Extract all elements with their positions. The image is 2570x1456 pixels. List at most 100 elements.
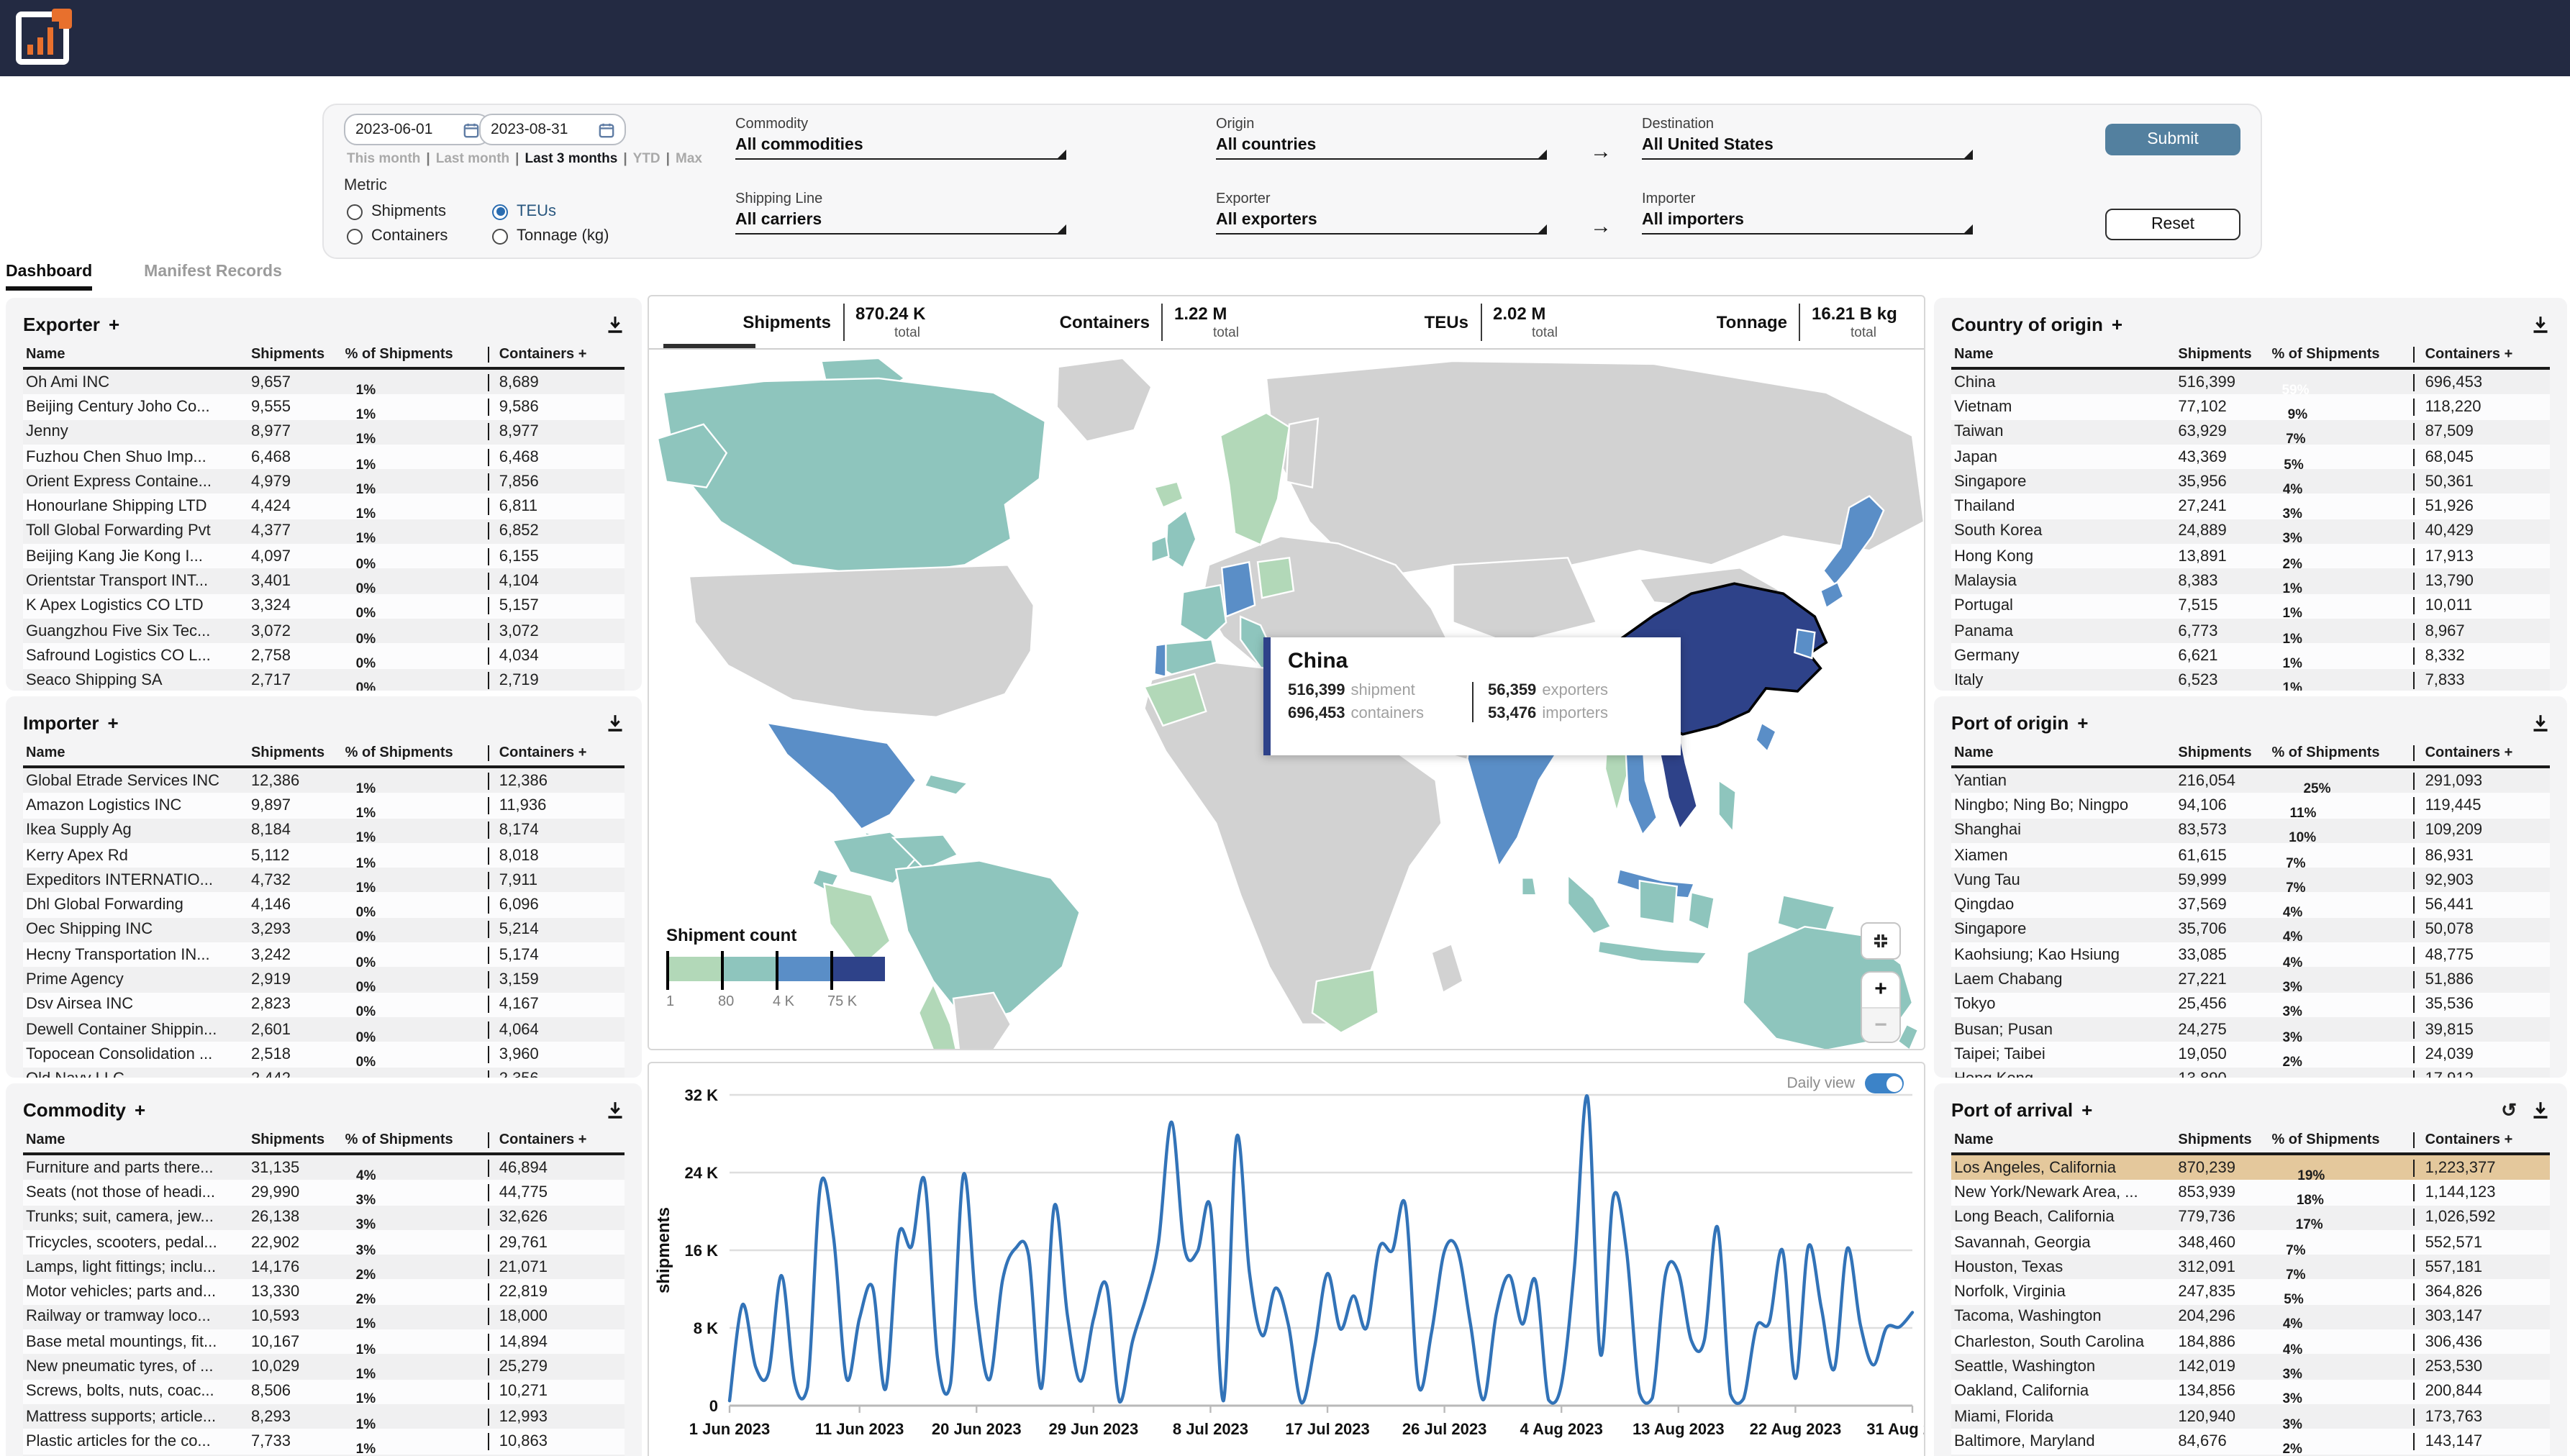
stat-containers[interactable]: Containers 1.22 Mtotal [968,296,1286,348]
table-row[interactable]: Global Etrade Services INC 12,386 1% 12,386 [23,768,625,796]
island-sulawesi[interactable] [1687,891,1716,931]
origin-dropdown[interactable]: Origin All countries [1216,117,1547,160]
daily-view-toggle[interactable]: Daily view [1786,1073,1904,1093]
add-column-icon[interactable]: + [2077,711,2088,733]
calendar-icon[interactable] [463,122,479,137]
table-row[interactable]: Shanghai 83,573 10% 109,209 [1951,818,2550,846]
table-row[interactable]: Laem Chabang 27,221 3% 51,886 [1951,967,2550,996]
add-column-icon[interactable]: + [2081,1098,2092,1120]
table-row[interactable]: Singapore 35,706 4% 50,078 [1951,917,2550,946]
country-norway-sweden[interactable] [1219,411,1291,546]
submit-button[interactable]: Submit [2105,124,2240,155]
country-portugal[interactable] [1153,642,1167,678]
country-south-korea[interactable] [1794,628,1816,660]
add-column-icon[interactable]: + [109,313,119,335]
table-row[interactable]: Tokyo 25,456 3% 35,536 [1951,992,2550,1021]
table-row[interactable]: Italy 6,523 1% 7,833 [1951,668,2550,691]
exporter-dropdown[interactable]: Exporter All exporters [1216,191,1547,235]
table-row[interactable]: Yantian 216,054 25% 291,093 [1951,768,2550,796]
importer-dropdown[interactable]: Importer All importers [1642,191,1973,235]
table-row[interactable]: Fuzhou Chen Shuo Imp... 6,468 1% 6,468 [23,444,625,473]
download-icon[interactable] [2531,713,2550,732]
table-row[interactable]: Beijing Century Joho Co... 9,555 1% 9,586 [23,394,625,423]
stat-tonnage[interactable]: Tonnage 16.21 B kg total [1605,296,1924,348]
country-philippines[interactable] [1717,778,1737,834]
table-row[interactable]: K Apex Logistics CO LTD 3,324 0% 5,157 [23,593,625,622]
table-row[interactable]: Houston, Texas 312,091 7% 557,181 [1951,1255,2550,1283]
range-last-3-months[interactable]: Last 3 months [525,151,618,167]
table-row[interactable]: Lamps, light fittings; inclu... 14,176 2% 2… [23,1255,625,1283]
table-row[interactable]: Taipei; Taibei 19,050 2% 24,039 [1951,1042,2550,1070]
table-row[interactable]: Hong Kong 13,891 2% 17,913 [1951,544,2550,572]
region-central-asia[interactable] [1452,557,1598,645]
tab-manifest-records[interactable]: Manifest Records [144,263,282,291]
table-row[interactable]: Ningbo; Ning Bo; Ningpo 94,106 11% 119,445 [1951,793,2550,822]
country-greenland[interactable] [1055,357,1153,443]
country-russia[interactable] [1265,360,1924,581]
radio-circle-icon[interactable] [492,228,508,244]
country-madagascar[interactable] [1430,942,1464,994]
table-row[interactable]: Kerry Apex Rd 5,112 1% 8,018 [23,842,625,871]
download-icon[interactable] [2531,1100,2550,1119]
country-canada[interactable] [662,377,1047,578]
country-ireland[interactable] [1150,534,1170,563]
col-containers[interactable]: Containers + [2413,1132,2550,1148]
table-row[interactable]: Honourlane Shipping LTD 4,424 1% 6,811 [23,493,625,522]
table-row[interactable]: Oec Shipping INC 3,293 0% 5,214 [23,917,625,946]
table-row[interactable]: Screws, bolts, nuts, coac... 8,506 1% 10,27… [23,1379,625,1408]
table-row[interactable]: Topocean Consolidation ... 2,518 0% 3,960 [23,1042,625,1070]
table-row[interactable]: Qingdao 37,569 4% 56,441 [1951,892,2550,921]
table-row[interactable]: Ikea Supply Ag 8,184 1% 8,174 [23,818,625,846]
table-row[interactable]: Seats (not those of headi... 29,990 3% 44,7… [23,1180,625,1209]
table-row[interactable]: Thailand 27,241 3% 51,926 [1951,493,2550,522]
table-row[interactable]: Seattle, Washington 142,019 3% 253,530 [1951,1354,2550,1383]
table-row[interactable]: Hecny Transportation IN... 3,242 0% 5,174 [23,942,625,970]
download-icon[interactable] [606,1100,625,1119]
country-france[interactable] [1179,583,1227,642]
reset-button[interactable]: Reset [2105,209,2240,240]
country-mexico[interactable] [765,722,917,830]
country-new-zealand[interactable] [1897,1023,1920,1050]
toggle-switch-icon[interactable] [1865,1073,1904,1093]
radio-containers[interactable]: Containers [347,227,448,245]
table-row[interactable]: Toll Global Forwarding Pvt 4,377 1% 6,852 [23,519,625,547]
table-row[interactable]: Busan; Pusan 24,275 3% 39,815 [1951,1016,2550,1045]
country-iceland[interactable] [1153,481,1184,509]
table-row[interactable]: Norfolk, Virginia 247,835 5% 364,826 [1951,1279,2550,1308]
table-row[interactable]: Los Angeles, California 870,239 19% 1,223,3… [1951,1155,2550,1183]
country-sri-lanka[interactable] [1521,877,1538,896]
download-icon[interactable] [606,713,625,732]
table-row[interactable]: Orientstar Transport INT... 3,401 0% 4,104 [23,568,625,597]
download-icon[interactable] [606,314,625,333]
table-row[interactable]: Singapore 35,956 4% 50,361 [1951,469,2550,498]
radio-circle-icon[interactable] [347,228,363,244]
table-row[interactable]: Germany 6,621 1% 8,332 [1951,643,2550,672]
table-row[interactable]: Base metal mountings, fit... 10,167 1% 14,8… [23,1329,625,1357]
range-this-month[interactable]: This month [347,151,420,167]
table-row[interactable]: Orient Express Containe... 4,979 1% 7,856 [23,469,625,498]
island-java[interactable] [1597,939,1709,965]
table-row[interactable]: Mattress supports; article... 8,293 1% 12,9… [23,1403,625,1432]
table-row[interactable]: Guangzhou Five Six Tec... 3,072 0% 3,072 [23,618,625,647]
col-containers[interactable]: Containers + [487,347,625,363]
table-row[interactable]: South Korea 24,889 3% 40,429 [1951,519,2550,547]
table-row[interactable]: Long Beach, California 779,736 17% 1,026,59… [1951,1205,2550,1233]
table-row[interactable]: Portugal 7,515 1% 10,011 [1951,593,2550,622]
map-fit-button[interactable] [1861,922,1901,960]
table-row[interactable]: Baltimore, Maryland 84,676 2% 143,147 [1951,1429,2550,1456]
island-sumatra[interactable] [1566,873,1612,935]
add-column-icon[interactable]: + [2112,313,2122,335]
add-column-icon[interactable]: + [135,1098,145,1120]
table-row[interactable]: Oakland, California 134,856 3% 200,844 [1951,1379,2550,1408]
range-max[interactable]: Max [676,151,702,167]
table-row[interactable]: Old Navy LLC2,4420%2,356 [23,1067,625,1078]
radio-teus[interactable]: TEUs [492,203,556,220]
table-row[interactable]: Panama 6,773 1% 8,967 [1951,618,2550,647]
table-row[interactable]: Savannah, Georgia 348,460 7% 552,571 [1951,1229,2550,1258]
radio-selected-icon[interactable] [492,204,508,219]
country-poland[interactable] [1256,556,1295,599]
download-icon[interactable] [2531,314,2550,333]
destination-dropdown[interactable]: Destination All United States [1642,117,1973,160]
table-row[interactable]: New pneumatic tyres, of ... 10,029 1% 25,27… [23,1354,625,1383]
country-usa[interactable] [688,564,1035,719]
